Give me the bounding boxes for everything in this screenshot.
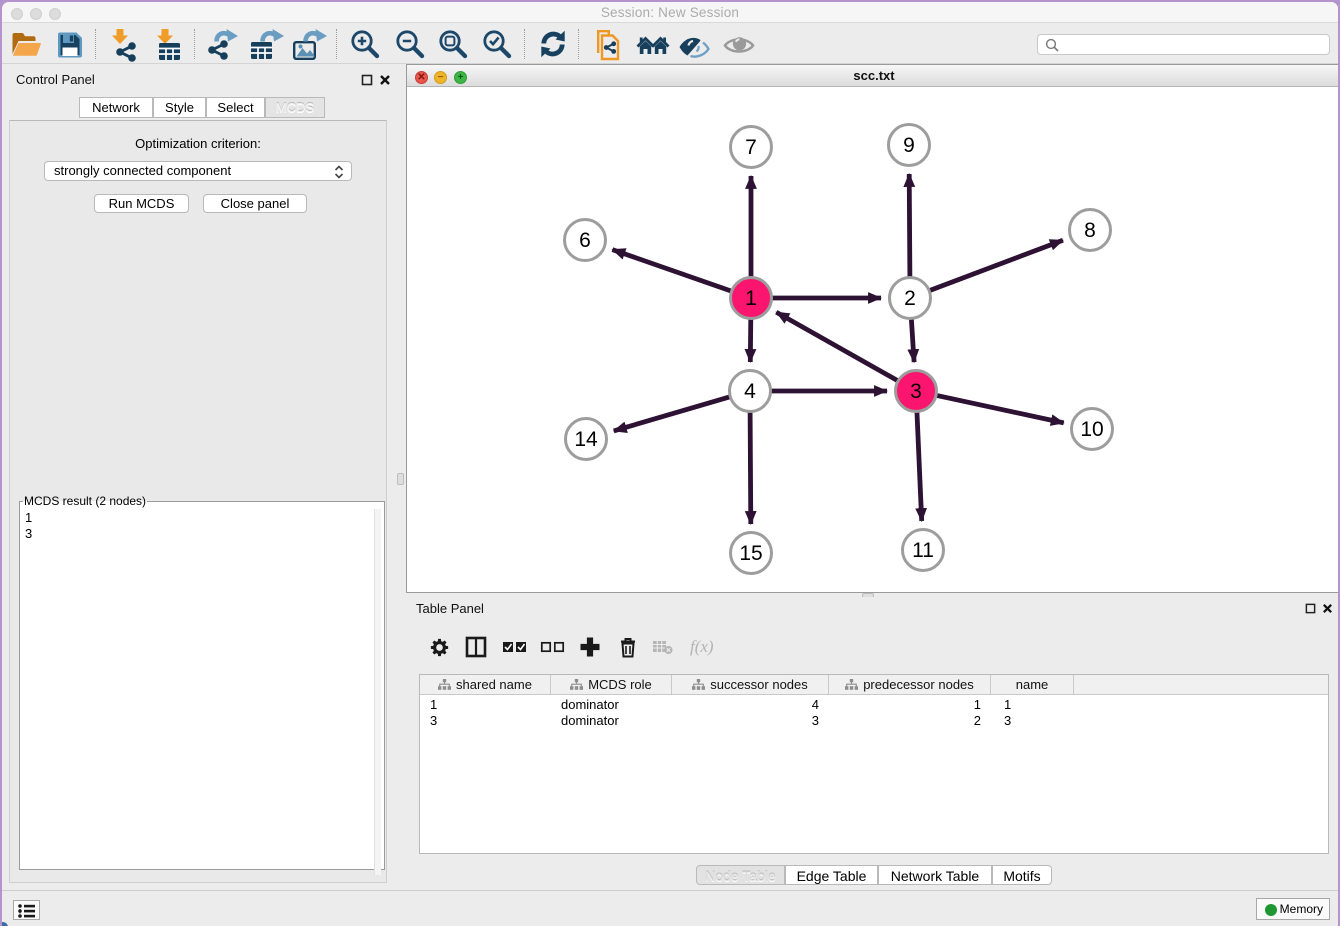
svg-text:1: 1	[745, 287, 757, 310]
svg-text:2: 2	[904, 287, 916, 310]
svg-text:9: 9	[903, 134, 915, 157]
svg-text:8: 8	[1084, 219, 1096, 242]
svg-text:14: 14	[574, 428, 598, 451]
svg-text:11: 11	[912, 539, 934, 562]
svg-text:10: 10	[1080, 418, 1103, 441]
svg-text:3: 3	[910, 380, 922, 403]
svg-text:15: 15	[739, 542, 762, 565]
svg-text:7: 7	[745, 136, 757, 159]
svg-text:6: 6	[579, 229, 591, 252]
svg-text:4: 4	[744, 380, 756, 403]
